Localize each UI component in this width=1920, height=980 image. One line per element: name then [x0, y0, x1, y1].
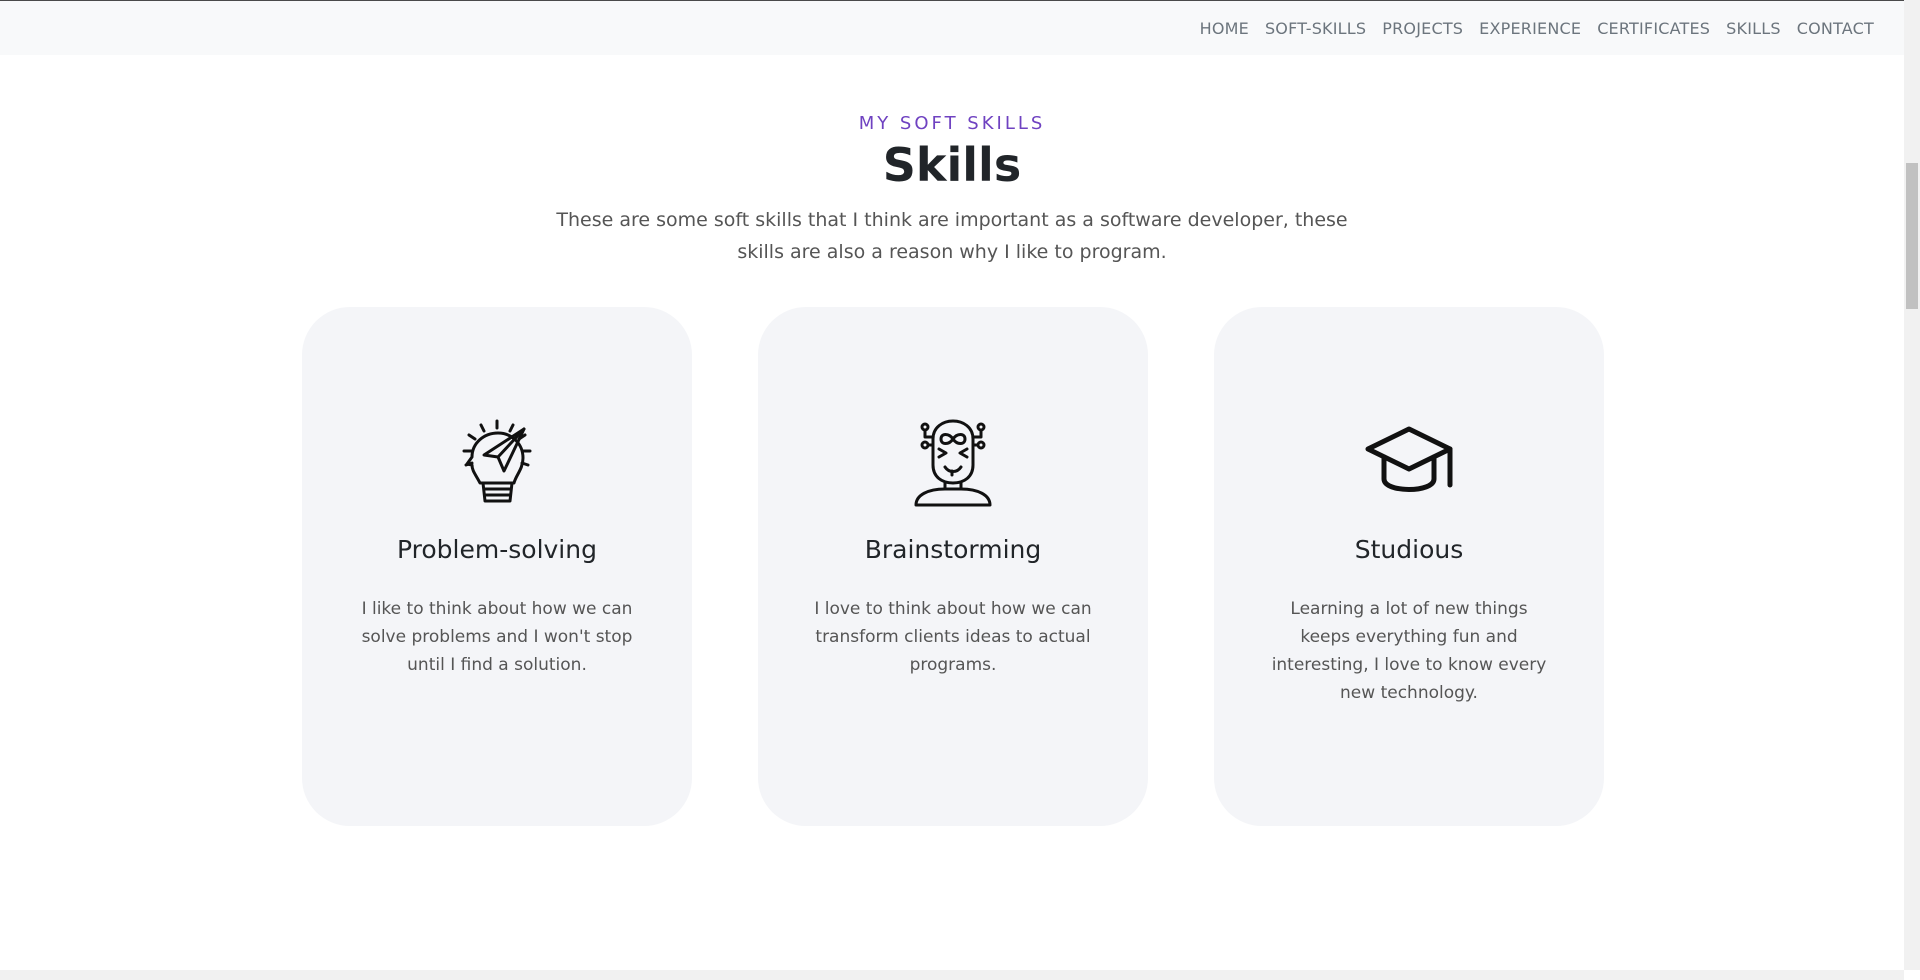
skill-card-brainstorming: Brainstorming I love to think about how … [758, 307, 1148, 826]
vertical-scrollbar[interactable] [1904, 0, 1920, 970]
skill-card-title: Problem-solving [397, 535, 597, 564]
robot-head-infinity-icon [908, 417, 998, 507]
horizontal-scrollbar[interactable] [0, 970, 1904, 980]
nav-link-soft-skills[interactable]: SOFT-SKILLS [1265, 19, 1366, 38]
nav-menu: HOME SOFT-SKILLS PROJECTS EXPERIENCE CER… [1200, 1, 1874, 55]
section-intro: These are some soft skills that I think … [556, 209, 1348, 263]
skill-card-text: I like to think about how we can solve p… [361, 599, 633, 675]
nav-link-skills[interactable]: SKILLS [1726, 19, 1781, 38]
skill-card-text: I love to think about how we can transfo… [814, 599, 1092, 675]
section-eyebrow: MY SOFT SKILLS [858, 113, 1046, 134]
graduation-cap-icon [1364, 417, 1454, 507]
nav-link-home[interactable]: HOME [1200, 19, 1249, 38]
scrollbar-thumb[interactable] [1906, 163, 1918, 309]
nav-link-projects[interactable]: PROJECTS [1382, 19, 1463, 38]
nav-link-experience[interactable]: EXPERIENCE [1479, 19, 1581, 38]
nav-link-certificates[interactable]: CERTIFICATES [1597, 19, 1710, 38]
lightbulb-head-paper-plane-icon [452, 417, 542, 507]
skill-card-title: Brainstorming [864, 535, 1042, 564]
skill-card-problem-solving: Problem-solving I like to think about ho… [302, 307, 692, 826]
skill-card-title: Studious [1354, 535, 1464, 564]
section-title: Skills [882, 138, 1022, 192]
skill-card-studious: Studious Learning a lot of new things ke… [1214, 307, 1604, 826]
skill-card-text: Learning a lot of new things keeps every… [1271, 599, 1547, 703]
navbar: HOME SOFT-SKILLS PROJECTS EXPERIENCE CER… [0, 1, 1904, 55]
nav-link-contact[interactable]: CONTACT [1797, 19, 1874, 38]
